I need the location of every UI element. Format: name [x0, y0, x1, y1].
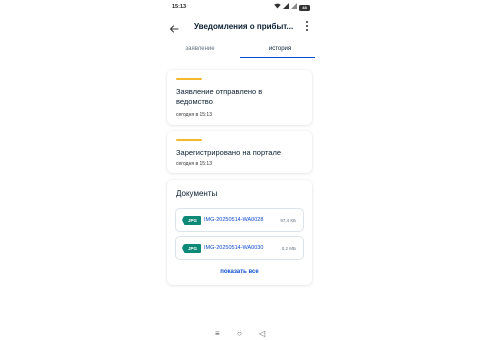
- event-time: сегодня в 15:13: [176, 161, 212, 167]
- wifi-icon: [274, 3, 281, 12]
- document-file[interactable]: JPG IMG-20250514-WA0030 0,2 МБ: [175, 236, 304, 260]
- event-time: сегодня в 15:13: [176, 112, 212, 118]
- system-nav-bar: ≡ ○ ◁: [160, 327, 320, 340]
- history-event-card: Заявление отправлено в ведомство сегодня…: [167, 70, 312, 125]
- tab-history[interactable]: история: [240, 42, 320, 58]
- file-name: IMG-20250514-WA0028: [204, 217, 264, 223]
- documents-card: Документы JPG IMG-20250514-WA0028 97,4 К…: [167, 180, 312, 285]
- phone-screen: 15:13 48 Уведомления о прибыт... заявлен…: [160, 0, 320, 340]
- documents-title: Документы: [176, 189, 218, 198]
- event-title: Зарегистрировано на портале: [176, 148, 282, 157]
- document-file[interactable]: JPG IMG-20250514-WA0028 97,4 КБ: [175, 208, 304, 232]
- history-event-card: Зарегистрировано на портале сегодня в 15…: [167, 131, 312, 173]
- back-arrow-icon[interactable]: [169, 21, 179, 33]
- tab-application[interactable]: заявление: [160, 42, 240, 58]
- file-name: IMG-20250514-WA0030: [204, 245, 264, 251]
- status-icons: 48: [274, 3, 310, 12]
- jpg-file-icon: JPG: [182, 216, 201, 225]
- jpg-file-icon: JPG: [182, 244, 201, 253]
- show-all-link[interactable]: показать все: [167, 269, 312, 275]
- event-title: Заявление отправлено в ведомство: [176, 87, 263, 106]
- signal-icon: [283, 3, 289, 12]
- status-bar: 15:13 48: [160, 0, 320, 14]
- file-size: 0,2 МБ: [281, 245, 296, 251]
- system-back-icon[interactable]: ◁: [259, 327, 265, 340]
- page-title: Уведомления о прибыт...: [194, 22, 294, 31]
- app-bar: Уведомления о прибыт...: [160, 16, 320, 38]
- home-icon[interactable]: ○: [237, 327, 242, 340]
- recent-apps-icon[interactable]: ≡: [215, 327, 220, 340]
- status-accent-line: [176, 139, 202, 141]
- more-menu-icon[interactable]: [305, 21, 309, 31]
- file-size: 97,4 КБ: [280, 217, 296, 223]
- status-accent-line: [176, 78, 202, 80]
- battery-icon: 48: [299, 4, 310, 11]
- signal-icon-2: [291, 3, 297, 12]
- tab-bar: заявление история: [160, 42, 320, 58]
- status-time: 15:13: [172, 4, 187, 10]
